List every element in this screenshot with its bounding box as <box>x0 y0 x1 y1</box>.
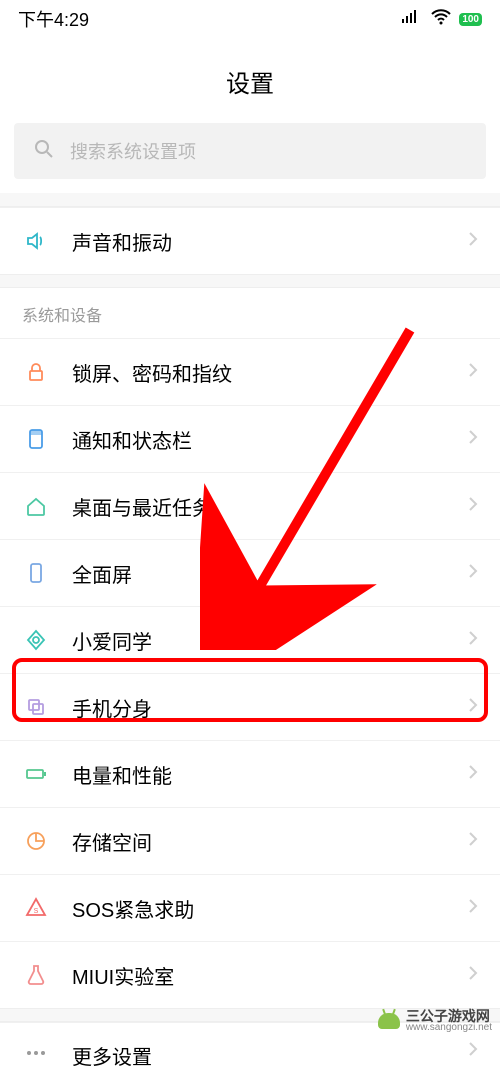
lab-icon <box>0 963 72 987</box>
signal-icon <box>399 5 423 34</box>
chevron-right-icon <box>468 362 478 383</box>
sound-icon <box>0 229 72 253</box>
row-battery[interactable]: 电量和性能 <box>0 740 500 807</box>
chevron-right-icon <box>468 764 478 785</box>
row-label: 小爱同学 <box>72 626 468 655</box>
watermark-icon <box>378 1013 400 1029</box>
row-lab[interactable]: MIUI实验室 <box>0 941 500 1008</box>
row-label: 全面屏 <box>72 559 468 588</box>
lock-icon <box>0 360 72 384</box>
chevron-right-icon <box>468 630 478 651</box>
status-indicators: 100 <box>399 5 482 34</box>
fullscreen-icon <box>0 561 72 585</box>
chevron-right-icon <box>468 231 478 252</box>
battery-icon <box>0 762 72 786</box>
clone-icon <box>0 695 72 719</box>
chevron-right-icon <box>468 831 478 852</box>
row-sound[interactable]: 声音和振动 <box>0 207 500 274</box>
row-label: 电量和性能 <box>72 760 468 789</box>
chevron-right-icon <box>468 429 478 450</box>
watermark: 三公子游戏网 www.sangongzi.net <box>378 1009 492 1033</box>
svg-text:S: S <box>34 908 39 915</box>
row-label: 桌面与最近任务 <box>72 492 468 521</box>
battery-icon: 100 <box>459 13 482 26</box>
page-title: 设置 <box>0 64 500 99</box>
row-label: 锁屏、密码和指纹 <box>72 358 468 387</box>
status-bar: 下午4:29 100 <box>0 0 500 38</box>
chevron-right-icon <box>468 898 478 919</box>
row-sos[interactable]: S SOS紧急求助 <box>0 874 500 941</box>
storage-icon <box>0 829 72 853</box>
chevron-right-icon <box>468 697 478 718</box>
row-xiaoai[interactable]: 小爱同学 <box>0 606 500 673</box>
section-spacer <box>0 193 500 207</box>
chevron-right-icon <box>468 1041 478 1062</box>
watermark-url: www.sangongzi.net <box>406 1023 492 1033</box>
wifi-icon <box>429 5 453 34</box>
search-placeholder: 搜索系统设置项 <box>70 138 196 164</box>
row-label: 通知和状态栏 <box>72 425 468 454</box>
page-header: 设置 <box>0 38 500 123</box>
search-input[interactable]: 搜索系统设置项 <box>14 123 486 179</box>
row-label: 手机分身 <box>72 693 468 722</box>
home-icon <box>0 494 72 518</box>
row-label: 更多设置 <box>72 1041 468 1070</box>
row-label: MIUI实验室 <box>72 961 468 990</box>
row-lock[interactable]: 锁屏、密码和指纹 <box>0 338 500 405</box>
chevron-right-icon <box>468 563 478 584</box>
row-clone[interactable]: 手机分身 <box>0 673 500 740</box>
notification-icon <box>0 427 72 451</box>
search-icon <box>32 137 56 166</box>
status-time: 下午4:29 <box>18 6 89 32</box>
section-spacer <box>0 274 500 288</box>
row-fullscreen[interactable]: 全面屏 <box>0 539 500 606</box>
chevron-right-icon <box>468 965 478 986</box>
row-home[interactable]: 桌面与最近任务 <box>0 472 500 539</box>
sos-icon: S <box>0 896 72 920</box>
xiaoai-icon <box>0 628 72 652</box>
more-icon <box>0 1041 72 1065</box>
chevron-right-icon <box>468 496 478 517</box>
watermark-title: 三公子游戏网 <box>406 1009 492 1023</box>
section-header: 系统和设备 <box>0 288 500 338</box>
row-label: 存储空间 <box>72 827 468 856</box>
row-storage[interactable]: 存储空间 <box>0 807 500 874</box>
row-notification[interactable]: 通知和状态栏 <box>0 405 500 472</box>
row-label: 声音和振动 <box>72 227 468 256</box>
row-label: SOS紧急求助 <box>72 894 468 923</box>
